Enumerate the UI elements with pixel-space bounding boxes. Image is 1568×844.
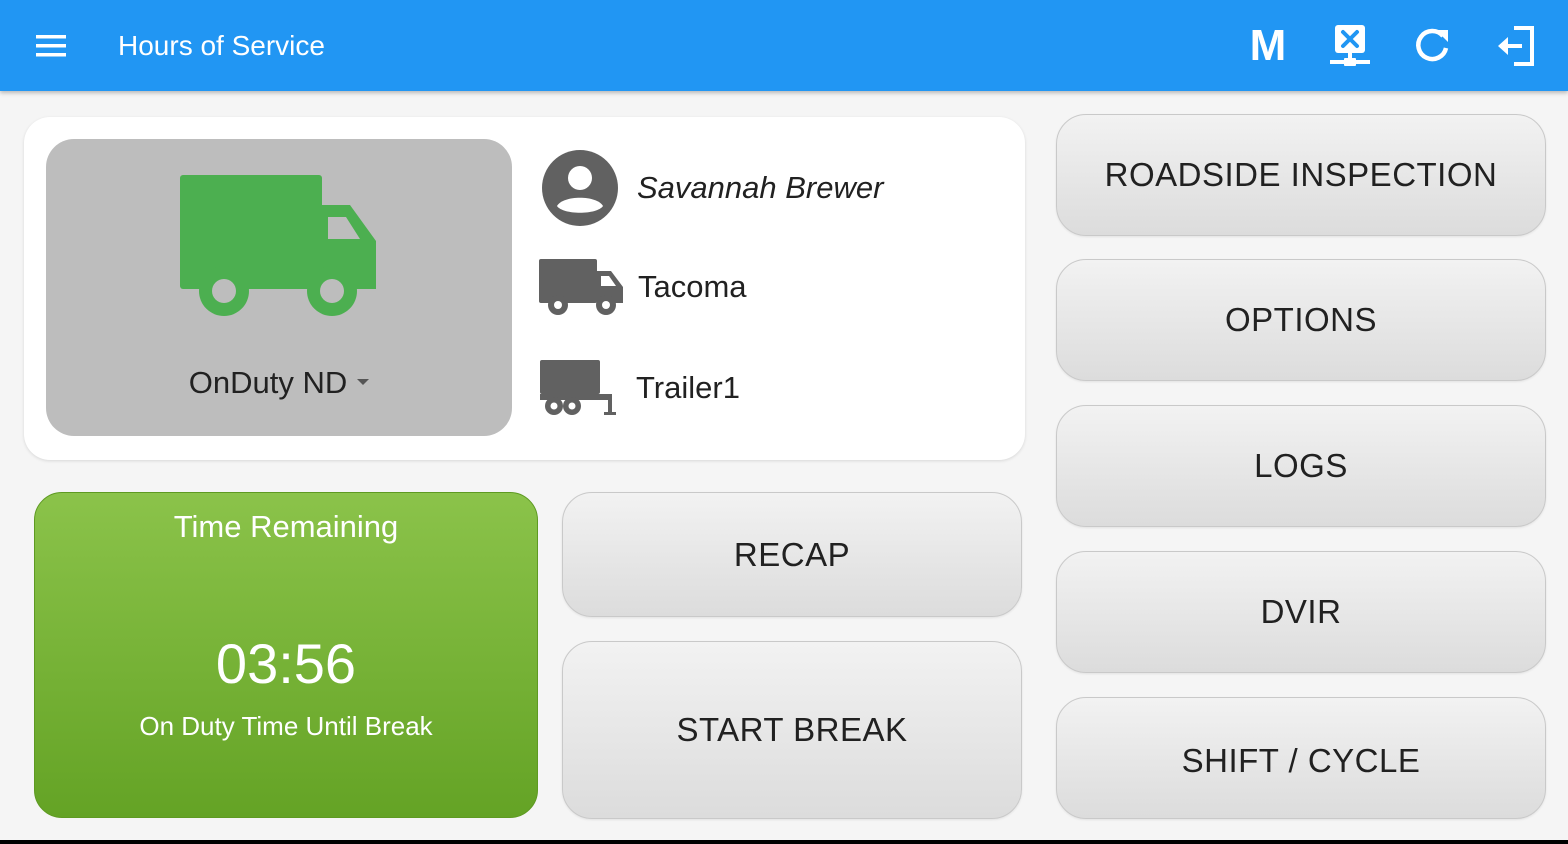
start-break-button[interactable]: START BREAK	[562, 641, 1022, 819]
vehicle-name: Tacoma	[638, 269, 747, 304]
roadside-inspection-button[interactable]: ROADSIDE INSPECTION	[1056, 114, 1546, 236]
logs-button[interactable]: LOGS	[1056, 405, 1546, 527]
vehicle-row[interactable]: Tacoma	[538, 255, 747, 319]
truck-status-icon	[180, 175, 376, 316]
mode-m-button[interactable]: M	[1240, 20, 1296, 72]
recap-button[interactable]: RECAP	[562, 492, 1022, 617]
device-connection-button[interactable]	[1322, 20, 1378, 72]
time-remaining-card[interactable]: Time Remaining 03:56 On Duty Time Until …	[34, 492, 538, 818]
vehicle-truck-icon	[539, 259, 623, 315]
bottom-border	[0, 840, 1568, 844]
trailer-icon	[540, 360, 616, 415]
logout-icon	[1498, 26, 1534, 66]
device-disconnected-icon	[1330, 25, 1370, 66]
trailer-row[interactable]: Trailer1	[538, 356, 740, 420]
menu-button[interactable]	[30, 25, 72, 67]
duty-status-label: OnDuty ND	[46, 365, 512, 401]
trailer-name: Trailer1	[636, 370, 740, 405]
options-button[interactable]: OPTIONS	[1056, 259, 1546, 381]
account-circle-icon	[542, 150, 618, 226]
logout-button[interactable]	[1488, 20, 1544, 72]
time-remaining-label: On Duty Time Until Break	[139, 711, 433, 741]
duty-status-selector[interactable]: OnDuty ND	[46, 139, 512, 436]
menu-icon	[36, 35, 66, 57]
shift-cycle-button[interactable]: SHIFT / CYCLE	[1056, 697, 1546, 819]
dvir-button[interactable]: DVIR	[1056, 551, 1546, 673]
refresh-icon	[1416, 28, 1449, 62]
app-bar: Hours of Service M	[0, 0, 1568, 91]
time-remaining-value: 03:56	[215, 632, 357, 695]
mode-m-icon: M	[1249, 21, 1287, 70]
refresh-button[interactable]	[1404, 20, 1460, 72]
time-remaining-title: Time Remaining	[173, 509, 399, 544]
driver-name: Savannah Brewer	[637, 170, 884, 205]
driver-row: Savannah Brewer	[541, 149, 883, 227]
dropdown-caret-icon	[357, 378, 370, 385]
app-title: Hours of Service	[118, 30, 325, 61]
